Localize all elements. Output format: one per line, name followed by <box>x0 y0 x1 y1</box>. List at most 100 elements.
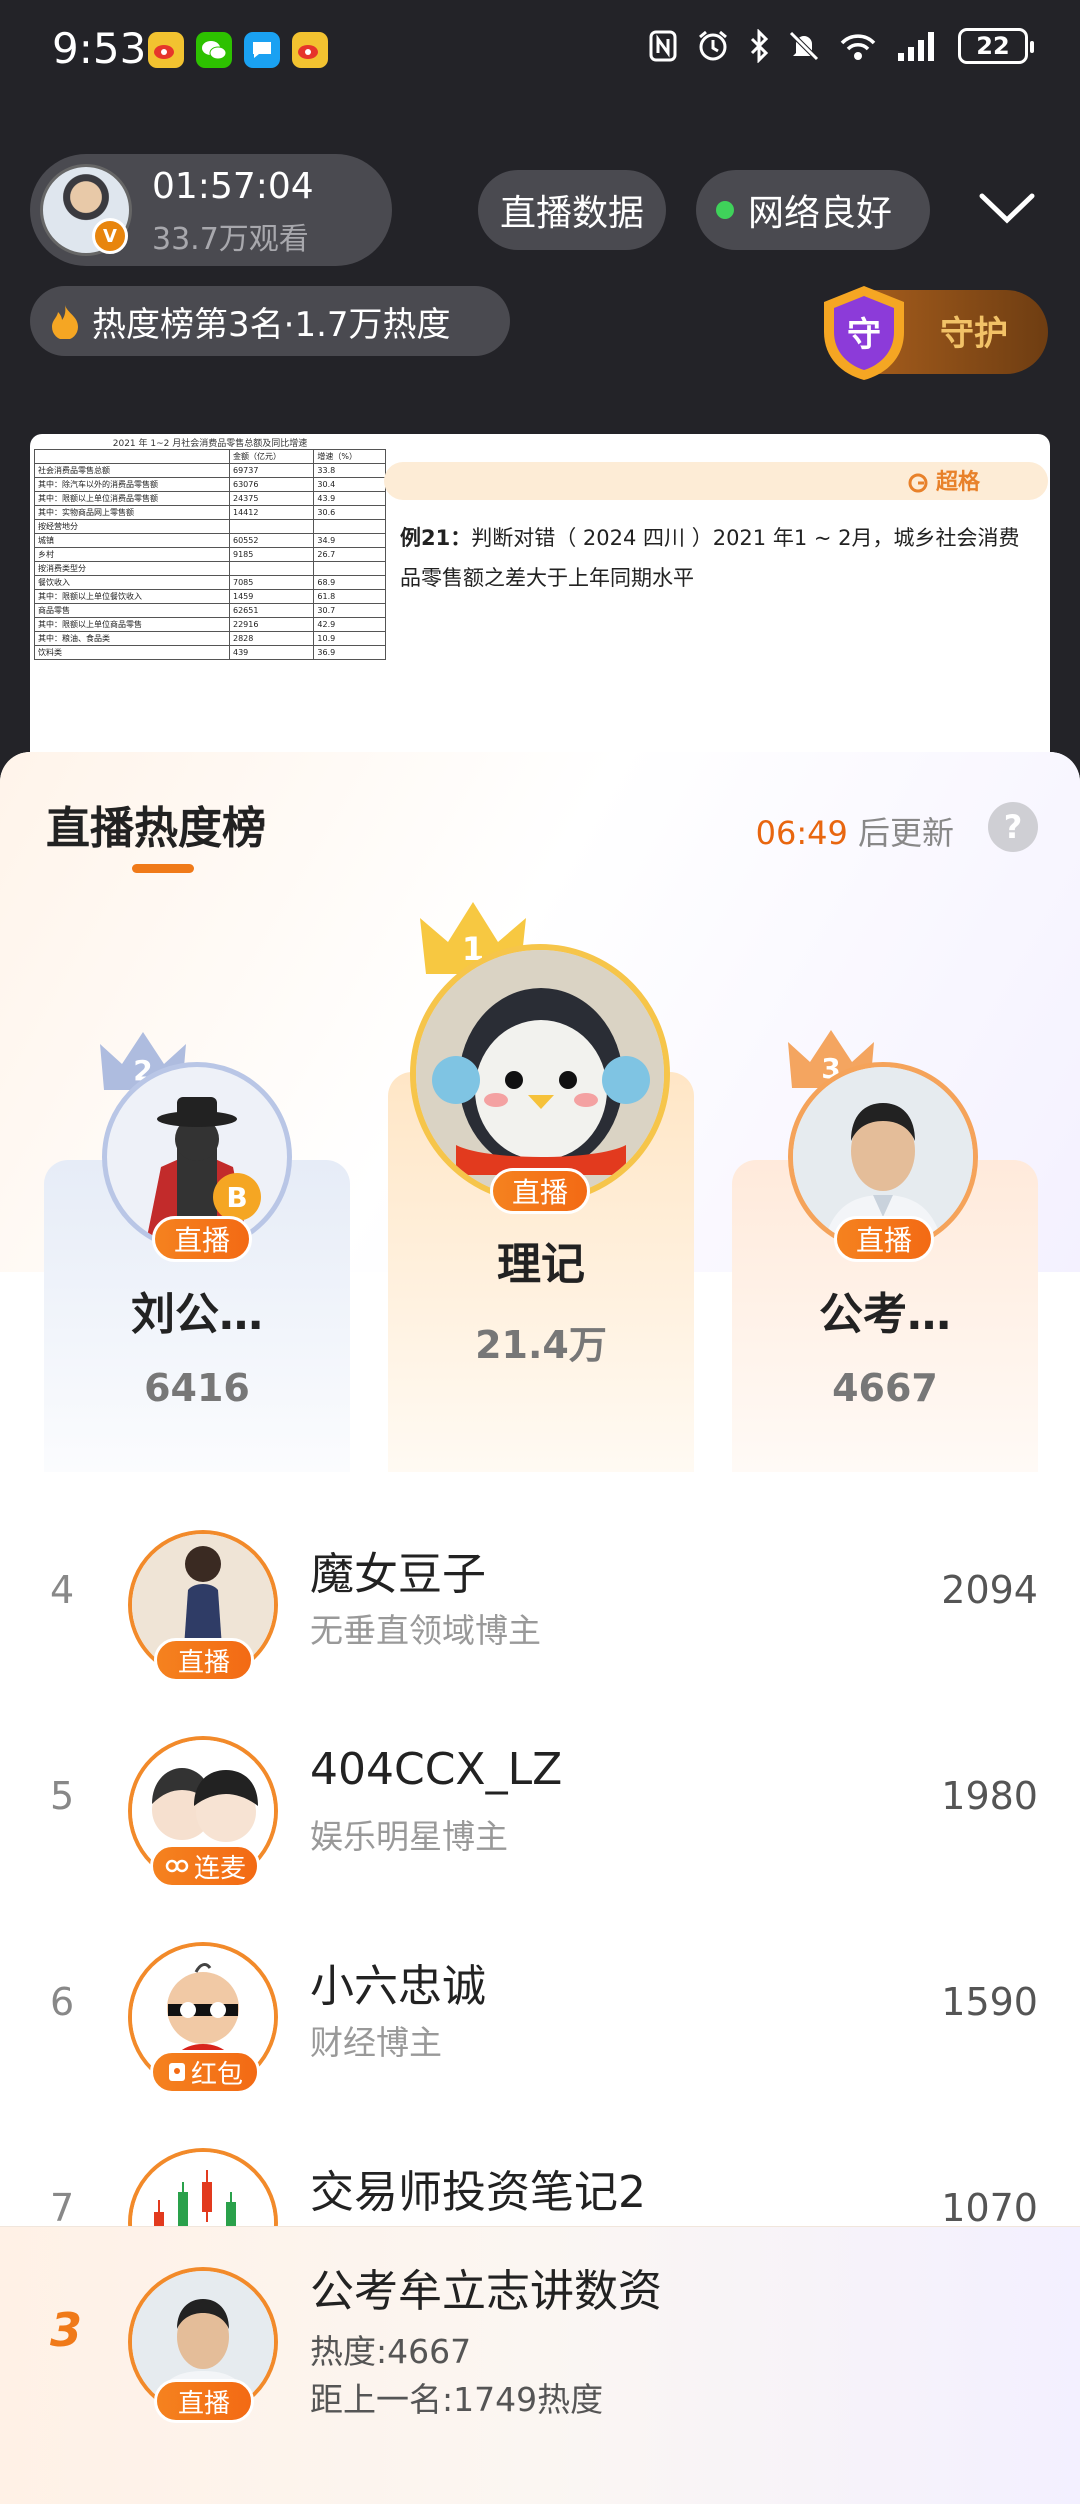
status-bar: 9:53 22 <box>0 0 1080 105</box>
table-cell: 饮料类 <box>34 645 230 660</box>
live-duration: 01:57:04 <box>152 166 314 207</box>
table-cell: 30.6 <box>313 505 386 520</box>
row-score: 1070 <box>941 2186 1038 2230</box>
row-name: 小六忠诚 <box>310 1961 486 2012</box>
table-cell: 30.7 <box>313 603 386 618</box>
my-rank-bar[interactable]: 3 直播 公考牟立志讲数资 热度:4667 距上一名:1749热度 <box>0 2226 1080 2504</box>
heat-rank-pill[interactable]: 热度榜第3名·1.7万热度 <box>30 286 510 356</box>
help-button[interactable]: ? <box>988 802 1038 852</box>
table-row: 按消费类型分 <box>34 561 386 576</box>
list-item-rank-4[interactable]: 4 直播 魔女豆子 无垂直领域博主 2094 <box>0 1504 1080 1684</box>
table-row: 其中：除汽车以外的消费品零售额 63076 30.4 <box>34 477 386 492</box>
row-tag-label: 连麦 <box>193 1853 246 1884</box>
mute-bell-icon <box>789 31 819 61</box>
table-row: 其中：限额以上单位消费品零售额 24375 43.9 <box>34 491 386 506</box>
host-info-pill[interactable]: V 01:57:04 33.7万观看 <box>30 154 392 266</box>
row-description: 娱乐明星博主 <box>310 1817 508 1856</box>
row-score: 1590 <box>941 1980 1038 2024</box>
table-cell: 33.8 <box>313 463 386 478</box>
network-status-label: 网络良好 <box>748 193 893 234</box>
table-cell: 30.4 <box>313 477 386 492</box>
table-row: 按经营地分 <box>34 519 386 534</box>
network-status-button[interactable]: 网络良好 <box>696 170 930 250</box>
row-description: 无垂直领域博主 <box>310 1611 541 1650</box>
table-row: 其中：限额以上单位商品零售 22916 42.9 <box>34 617 386 632</box>
brand-logo-icon <box>908 473 928 493</box>
row-score: 2094 <box>941 1568 1038 1612</box>
table-row: 饮料类 439 36.9 <box>34 645 386 660</box>
table-cell: 24375 <box>228 491 315 506</box>
table-caption: 2021 年 1~2 月社会消费品零售总额及同比增速 <box>112 439 308 449</box>
table-cell: 69737 <box>228 463 315 478</box>
question-label: 例21： <box>400 526 472 550</box>
table-cell: 其中：实物商品网上零售额 <box>34 505 230 520</box>
bluetooth-icon <box>750 29 769 63</box>
live-room-screen: 9:53 22 V 01:57:04 33.7万观看 直播数据 网络良好 热度榜… <box>0 0 1080 2504</box>
table-row: 商品零售 62651 30.7 <box>34 603 386 618</box>
penguin-avatar-image <box>416 950 664 1198</box>
table-cell: 9185 <box>228 547 315 562</box>
table-cell: 餐饮收入 <box>34 575 230 590</box>
podium-avatar-1[interactable] <box>410 944 670 1204</box>
red-packet-icon <box>168 2063 185 2081</box>
table-cell: 其中：限额以上单位餐饮收入 <box>34 589 230 604</box>
row-score: 1980 <box>941 1774 1038 1818</box>
row-lianmai-tag: 连麦 <box>150 1844 260 1888</box>
podium-score-2: 6416 <box>144 1366 250 1410</box>
guard-label: 守护 <box>940 314 1008 354</box>
table-cell <box>228 561 315 576</box>
weibo-icon-2 <box>292 32 328 68</box>
guard-shield-char: 守 <box>847 315 881 355</box>
table-cell: 26.7 <box>313 547 386 562</box>
table-cell: 439 <box>228 645 315 660</box>
row-redpacket-tag: 红包 <box>150 2050 260 2094</box>
table-cell: 其中：限额以上单位消费品零售额 <box>34 491 230 506</box>
table-cell: 按经营地分 <box>34 519 230 534</box>
podium-live-tag-3: 直播 <box>834 1216 934 1262</box>
signal-icon <box>898 32 934 61</box>
table-cell: 其中：粮油、食品类 <box>34 631 230 646</box>
chevron-down-icon[interactable] <box>974 180 1040 240</box>
status-time: 9:53 <box>52 24 147 73</box>
list-item-rank-6[interactable]: 6 红包 小六忠诚 财经博主 1590 <box>0 1916 1080 2096</box>
table-cell: 22916 <box>228 617 315 632</box>
battery-indicator: 22 <box>958 28 1034 64</box>
wifi-icon <box>840 34 876 60</box>
verified-v-icon: V <box>92 218 128 254</box>
table-cell: 42.9 <box>313 617 386 632</box>
live-data-button[interactable]: 直播数据 <box>478 170 666 250</box>
podium-name-1: 理记 <box>497 1239 585 1290</box>
table-cell <box>34 449 230 464</box>
table-row: 其中：粮油、食品类 2828 10.9 <box>34 631 386 646</box>
table-cell: 增速（%） <box>313 449 386 464</box>
title-underline <box>132 864 194 873</box>
table-cell <box>313 561 386 576</box>
table-cell: 61.8 <box>313 589 386 604</box>
network-ok-dot-icon <box>716 201 734 219</box>
weibo-icon <box>148 32 184 68</box>
notification-icons <box>148 32 328 68</box>
lesson-preview: 2021 年 1~2 月社会消费品零售总额及同比增速 金额（亿元） 增速（%） 社会… <box>30 434 1050 774</box>
rank-number: 7 <box>50 2186 75 2230</box>
table-row: 社会消费品零售总额 69737 33.8 <box>34 463 386 478</box>
message-icon <box>244 32 280 68</box>
list-item-rank-5[interactable]: 5 连麦 404CCX_LZ 娱乐明星博主 1980 <box>0 1710 1080 1890</box>
row-description: 财经博主 <box>310 2023 442 2062</box>
rank-number: 6 <box>50 1980 75 2024</box>
retail-table: 金额（亿元） 增速（%） 社会消费品零售总额 69737 33.8 其中：除汽车以外的消费… <box>34 449 386 660</box>
table-row: 其中：实物商品网上零售额 14412 30.6 <box>34 505 386 520</box>
table-cell: 7085 <box>228 575 315 590</box>
guard-button[interactable]: 守 守护 <box>824 286 1048 380</box>
my-gap-to-previous: 距上一名:1749热度 <box>310 2380 604 2419</box>
my-heat: 热度:4667 <box>310 2332 472 2371</box>
alarm-icon <box>699 30 727 61</box>
table-cell: 63076 <box>228 477 315 492</box>
podium-name-3: 公考… <box>819 1289 951 1340</box>
table-cell: 商品零售 <box>34 603 230 618</box>
my-rank-number: 3 <box>50 2303 83 2357</box>
table-cell: 10.9 <box>313 631 386 646</box>
table-cell: 1459 <box>228 589 315 604</box>
viewer-count: 33.7万观看 <box>152 222 309 257</box>
table-cell: 62651 <box>228 603 315 618</box>
podium-name-2: 刘公… <box>131 1289 263 1340</box>
